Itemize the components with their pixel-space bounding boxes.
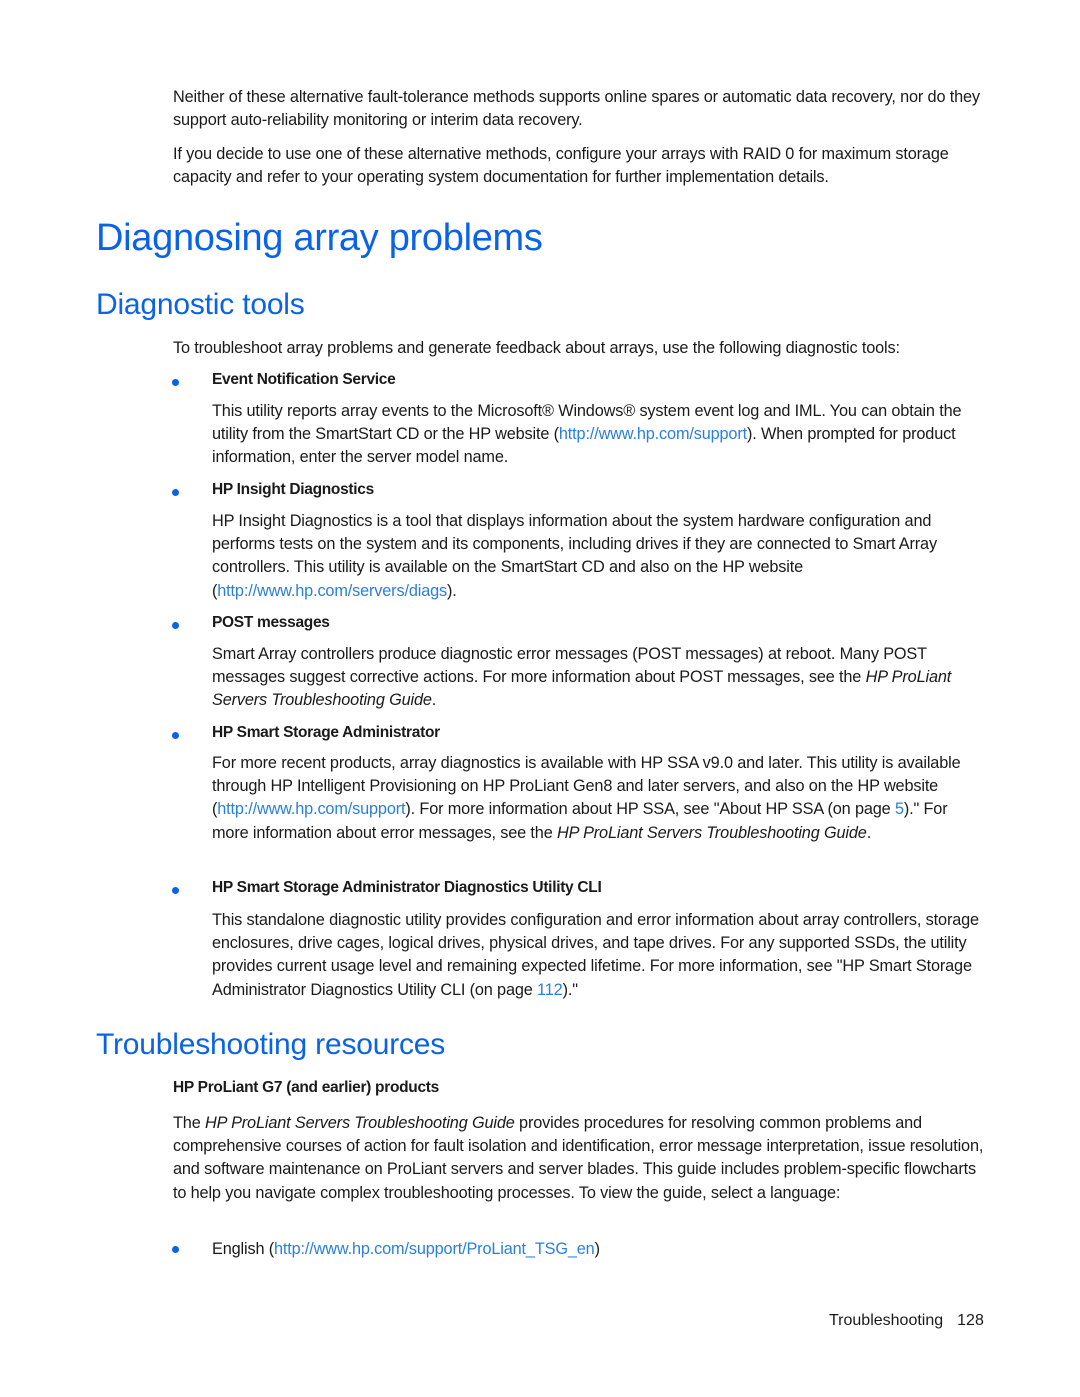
footer-section-name: Troubleshooting [829, 1312, 944, 1329]
english-guide-link[interactable]: http://www.hp.com/support/ProLiant_TSG_e… [274, 1240, 595, 1258]
item-text-hp-insight-diagnostics: HP Insight Diagnostics is a tool that di… [212, 510, 988, 603]
item-text-part: )." [562, 980, 578, 999]
troubleshooting-guide-paragraph: The HP ProLiant Servers Troubleshooting … [173, 1112, 988, 1205]
language-suffix: ) [594, 1240, 600, 1258]
heading-troubleshooting-resources: Troubleshooting resources [96, 1028, 446, 1061]
page-number: 128 [957, 1312, 984, 1329]
bullet-icon [172, 622, 179, 629]
item-text-part: . [431, 691, 437, 710]
item-text-event-notification-service: This utility reports array events to the… [212, 400, 988, 470]
intro-paragraph-1: Neither of these alternative fault-toler… [173, 88, 980, 130]
bullet-icon [172, 379, 179, 386]
diagnostic-tools-intro: To troubleshoot array problems and gener… [173, 339, 900, 357]
heading-diagnostic-tools: Diagnostic tools [96, 288, 305, 321]
item-text-hp-ssa-diagnostics-utility-cli: This standalone diagnostic utility provi… [212, 909, 988, 1002]
document-page: Neither of these alternative fault-toler… [0, 0, 1080, 1397]
page-footer: Troubleshooting 128 [829, 1312, 984, 1330]
item-text-part: This standalone diagnostic utility provi… [212, 911, 979, 999]
subheading-proliant-g7: HP ProLiant G7 (and earlier) products [173, 1079, 439, 1096]
intro-paragraph-2: If you decide to use one of these altern… [173, 145, 949, 187]
page-5-link[interactable]: 5 [895, 800, 904, 818]
item-text-post-messages: Smart Array controllers produce diagnost… [212, 643, 988, 713]
hp-support-link[interactable]: http://www.hp.com/support [217, 800, 405, 818]
hp-support-link[interactable]: http://www.hp.com/support [559, 425, 747, 443]
guide-title-italic: HP ProLiant Servers Troubleshooting Guid… [556, 823, 867, 842]
item-title-post-messages: POST messages [212, 614, 330, 631]
bullet-icon [172, 887, 179, 894]
bullet-icon [172, 1246, 179, 1253]
item-text-part: Smart Array controllers produce diagnost… [212, 645, 927, 687]
bullet-icon [172, 732, 179, 739]
bullet-icon [172, 489, 179, 496]
item-title-hp-smart-storage-administrator: HP Smart Storage Administrator [212, 724, 440, 741]
language-label: English ( [212, 1240, 274, 1258]
item-text-part: ). [447, 581, 457, 600]
heading-diagnosing-array-problems: Diagnosing array problems [96, 217, 543, 259]
paragraph-text-part: The [173, 1114, 205, 1132]
language-item-english: English (http://www.hp.com/support/ProLi… [212, 1238, 988, 1261]
page-112-link[interactable]: 112 [537, 981, 563, 999]
item-text-hp-smart-storage-administrator: For more recent products, array diagnost… [212, 752, 988, 845]
hp-diags-link[interactable]: http://www.hp.com/servers/diags [217, 582, 447, 600]
item-title-event-notification-service: Event Notification Service [212, 371, 396, 388]
item-title-hp-ssa-diagnostics-utility-cli: HP Smart Storage Administrator Diagnosti… [212, 879, 602, 896]
guide-title-italic: HP ProLiant Servers Troubleshooting Guid… [204, 1114, 515, 1132]
item-text-part: . [866, 823, 872, 842]
item-text-part: ). For more information about HP SSA, se… [405, 800, 895, 819]
item-title-hp-insight-diagnostics: HP Insight Diagnostics [212, 481, 374, 498]
